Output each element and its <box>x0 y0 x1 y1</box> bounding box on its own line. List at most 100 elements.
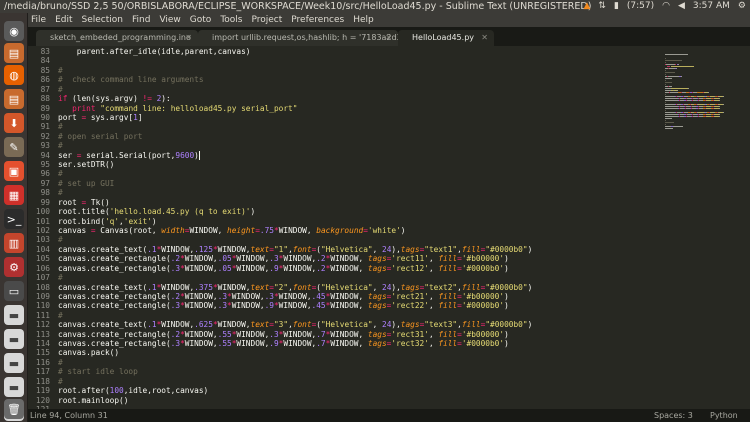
indentation-setting[interactable]: Spaces: 3 <box>654 409 693 422</box>
code-line[interactable]: # open serial port <box>58 132 143 141</box>
minimap-stroke <box>678 64 679 65</box>
code-line[interactable]: canvas.create_rectangle(.3*WINDOW,.3*WIN… <box>58 301 509 310</box>
code-line[interactable]: root = Tk() <box>58 198 110 207</box>
code-line[interactable]: canvas = Canvas(root, width=WINDOW, heig… <box>58 226 405 235</box>
code-token: fill <box>461 244 481 254</box>
close-icon[interactable]: ✕ <box>481 30 488 46</box>
minimap[interactable] <box>663 46 743 409</box>
terminal-icon[interactable]: >_ <box>4 209 24 229</box>
spreadsheet-icon[interactable]: ▦ <box>4 185 24 205</box>
code-line[interactable]: ser.setDTR() <box>58 160 114 169</box>
code-token: .2 <box>170 329 181 339</box>
close-icon[interactable]: ✕ <box>185 30 192 46</box>
code-line[interactable]: canvas.pack() <box>58 348 119 357</box>
code-line[interactable]: root.bind('q','exit') <box>58 217 157 226</box>
code-token: text <box>250 320 270 330</box>
firefox-icon[interactable]: ◍ <box>4 65 24 85</box>
code-line[interactable]: # set up GUI <box>58 179 114 188</box>
cursor-position[interactable]: Line 94, Column 31 <box>30 409 108 422</box>
code-token: .3 <box>269 254 279 264</box>
drive-icon[interactable]: ▬ <box>4 353 24 373</box>
code-token: "1" <box>273 244 289 254</box>
files-icon[interactable]: ▤ <box>4 89 24 109</box>
code-line[interactable]: # <box>58 85 63 94</box>
menu-item-selection[interactable]: Selection <box>82 13 123 27</box>
code-line[interactable]: canvas.create_rectangle(.3*WINDOW,.05*WI… <box>58 264 509 273</box>
menu-item-help[interactable]: Help <box>353 13 374 27</box>
code-line[interactable]: # <box>58 235 63 244</box>
code-line[interactable]: # <box>58 122 63 131</box>
tab-sketch[interactable]: sketch_embeded_programming.ino ✕ <box>36 30 198 46</box>
code-line[interactable]: # <box>58 358 63 367</box>
menu-item-view[interactable]: View <box>159 13 180 27</box>
close-icon[interactable]: ✕ <box>385 30 392 46</box>
code-editor[interactable]: parent.after_idle(idle,parent,canvas) # # … <box>58 46 663 409</box>
code-line[interactable]: canvas.create_text(.1*WINDOW,.125*WINDOW… <box>58 245 532 254</box>
menu-item-file[interactable]: File <box>31 13 46 27</box>
code-line[interactable]: port = sys.argv[1] <box>58 113 143 122</box>
files-icon[interactable]: ▤ <box>4 43 24 63</box>
settings-icon[interactable]: ⚙ <box>4 257 24 277</box>
updown-arrows-icon[interactable]: ⇅ <box>598 0 606 13</box>
syntax-mode[interactable]: Python <box>710 409 738 422</box>
code-line[interactable]: # <box>58 377 63 386</box>
drive-icon[interactable]: ▬ <box>4 377 24 397</box>
drive-icon[interactable]: ▬ <box>4 305 24 325</box>
code-line[interactable]: if (len(sys.argv) != 2): <box>58 94 171 103</box>
vlc-icon[interactable]: ▲ <box>583 0 590 13</box>
texteditor-icon[interactable]: ✎ <box>4 137 24 157</box>
tab-import[interactable]: import urllib.request,os,hashlib; h = '7… <box>198 30 398 46</box>
menu-item-goto[interactable]: Goto <box>190 13 212 27</box>
code-line[interactable]: # start idle loop <box>58 367 138 376</box>
dash-icon[interactable]: ◉ <box>4 21 24 41</box>
code-line[interactable]: # <box>58 141 63 150</box>
code-token: WINDOW, <box>278 301 312 311</box>
code-line[interactable]: canvas.create_rectangle(.2*WINDOW,.3*WIN… <box>58 292 509 301</box>
power-icon[interactable]: ⚙ <box>738 0 746 13</box>
battery-icon[interactable]: ▮ <box>614 0 619 13</box>
code-token: tags <box>400 244 420 254</box>
code-line[interactable]: print "command line: helloload45.py seri… <box>58 104 297 113</box>
code-line[interactable]: # <box>58 273 63 282</box>
code-token: .55 <box>217 329 232 339</box>
system-monitor-icon[interactable]: ▭ <box>4 281 24 301</box>
tab-bar: sketch_embeded_programming.ino ✕ import u… <box>28 27 750 46</box>
code-line[interactable]: # check command line arguments <box>58 75 204 84</box>
code-line[interactable]: # <box>58 188 63 197</box>
office-icon[interactable]: ▥ <box>4 233 24 253</box>
menu-item-edit[interactable]: Edit <box>55 13 72 27</box>
menu-item-preferences[interactable]: Preferences <box>291 13 344 27</box>
wifi-icon[interactable]: ◠ <box>662 0 670 13</box>
code-line[interactable]: canvas.create_rectangle(.3*WINDOW,.55*WI… <box>58 339 509 348</box>
code-line[interactable]: canvas.create_text(.1*WINDOW,.375*WINDOW… <box>58 283 532 292</box>
code-token: .45 <box>311 291 326 301</box>
code-line[interactable]: root.mainloop() <box>58 396 128 405</box>
code-line[interactable]: canvas.create_text(.1*WINDOW,.625*WINDOW… <box>58 320 532 329</box>
code-token: "text2" <box>424 282 458 292</box>
code-line[interactable]: root.title('hello.load.45.py (q to exit)… <box>58 207 255 216</box>
menu-item-tools[interactable]: Tools <box>220 13 242 27</box>
line-number: 95 <box>40 160 50 170</box>
sound-icon[interactable]: ◀ <box>678 0 685 13</box>
battery-time[interactable]: (7:57) <box>627 0 654 13</box>
code-token: .2 <box>170 291 181 301</box>
software-center-icon[interactable]: ⬇ <box>4 113 24 133</box>
code-line[interactable]: # <box>58 311 63 320</box>
code-token: .7 <box>316 329 326 339</box>
code-line[interactable]: parent.after_idle(idle,parent,canvas) <box>58 47 251 56</box>
libreoffice-icon[interactable]: ▣ <box>4 161 24 181</box>
code-line[interactable]: # <box>58 169 63 178</box>
menu-item-find[interactable]: Find <box>132 13 150 27</box>
clock[interactable]: 3:57 AM <box>693 0 730 13</box>
trash-icon[interactable]: 🗑 <box>4 399 24 419</box>
tab-helloload45[interactable]: HelloLoad45.py ✕ <box>398 30 494 46</box>
code-token: ] <box>137 112 143 122</box>
code-line[interactable]: canvas.create_rectangle(.2*WINDOW,.05*WI… <box>58 254 509 263</box>
line-number: 108 <box>35 282 50 292</box>
code-line[interactable]: # <box>58 66 63 75</box>
code-line[interactable]: root.after(100,idle,root,canvas) <box>58 386 208 395</box>
menu-item-project[interactable]: Project <box>251 13 282 27</box>
drive-icon[interactable]: ▬ <box>4 329 24 349</box>
code-line[interactable]: canvas.create_rectangle(.2*WINDOW,.55*WI… <box>58 330 509 339</box>
code-line[interactable]: ser = serial.Serial(port,9600) <box>58 151 199 160</box>
